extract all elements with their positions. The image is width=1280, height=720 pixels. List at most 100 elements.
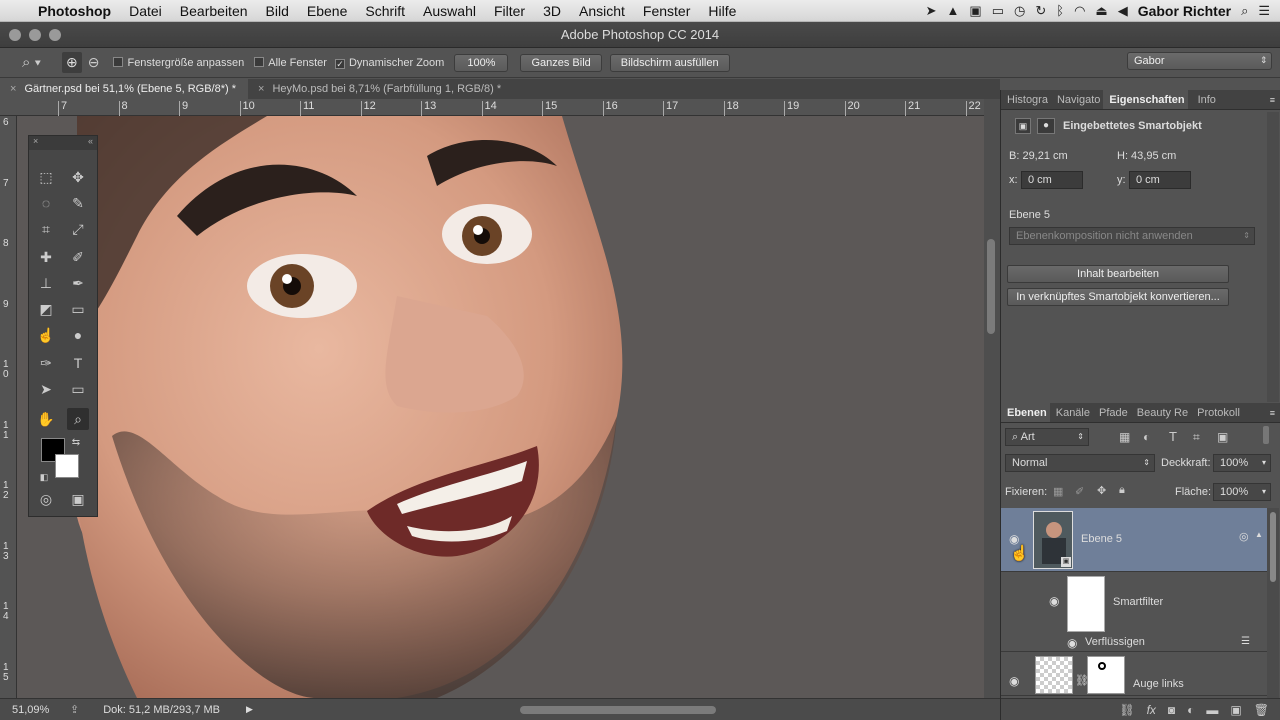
tab-histogram[interactable]: Histogra — [1001, 90, 1051, 109]
screen-icon[interactable]: ▣ — [969, 3, 981, 19]
background-color-swatch[interactable] — [55, 454, 79, 478]
layer-row-auge-links[interactable]: ◉ ⛓ Auge links — [1001, 652, 1267, 696]
dynamic-zoom-checkbox[interactable]: ✓ Dynamischer Zoom — [334, 57, 444, 69]
tab-heymo[interactable]: × HeyMo.psd bei 8,71% (Farbfüllung 1, RGB… — [248, 79, 513, 99]
filter-shape-icon[interactable]: ⌗ — [1193, 430, 1200, 445]
spotlight-search-icon[interactable]: ⌕ — [1241, 3, 1248, 19]
panel-menu-icon[interactable]: ≡ — [1270, 90, 1280, 109]
scroll-thumb[interactable] — [987, 239, 995, 334]
new-group-icon[interactable]: ▬ — [1206, 703, 1218, 717]
workspace-select[interactable]: Gabor — [1127, 52, 1272, 70]
layer-row-smartfilter[interactable]: ◉ Smartfilter ◉ Verflüssigen ☰ — [1001, 572, 1267, 652]
opacity-field[interactable]: 100% ▾ — [1213, 454, 1271, 472]
pen-tool-icon[interactable]: ✑ — [35, 352, 57, 374]
menu-filter[interactable]: Filter — [485, 3, 534, 19]
filter-smartobject-icon[interactable]: ▣ — [1217, 430, 1228, 444]
minimize-window-button[interactable] — [29, 29, 41, 41]
brush-tool-icon[interactable]: ✐ — [67, 246, 89, 268]
layer-row-ebene-5[interactable]: ◉ ▣ Ebene 5 ◎ ▲ — [1001, 508, 1267, 572]
lock-all-icon[interactable]: 🔒︎ — [1119, 484, 1125, 497]
x-field[interactable]: 0 cm — [1021, 171, 1083, 189]
close-tab-icon[interactable]: × — [258, 83, 264, 95]
clone-stamp-tool-icon[interactable]: ⊥ — [35, 272, 57, 294]
adjustment-layer-icon[interactable]: ◐ — [1187, 703, 1194, 717]
export-icon[interactable]: ⇪ — [70, 703, 79, 716]
document-canvas[interactable] — [17, 116, 984, 698]
airplay-icon[interactable]: ▭ — [992, 3, 1004, 19]
menu-photoshop[interactable]: Photoshop — [29, 3, 120, 19]
sync-icon[interactable]: ↻ — [1035, 3, 1046, 19]
tab-history[interactable]: Protokoll — [1191, 403, 1243, 422]
quick-mask-icon[interactable]: ◎ — [35, 488, 57, 510]
menu-datei[interactable]: Datei — [120, 3, 171, 19]
zoom-readout[interactable]: 51,09% — [12, 704, 60, 716]
zoom-out-icon[interactable]: ⊖ — [88, 54, 108, 71]
layer-name[interactable]: Ebene 5 — [1081, 533, 1122, 545]
eraser-tool-icon[interactable]: ◩ — [35, 298, 57, 320]
add-mask-icon[interactable]: ◙ — [1168, 703, 1175, 717]
layer-filter-select[interactable]: ⌕ Art ⇕ — [1005, 428, 1089, 446]
lock-pixels-icon[interactable]: ✐ — [1075, 485, 1084, 498]
gradient-tool-icon[interactable]: ▭ — [67, 298, 89, 320]
visibility-eye-icon[interactable]: ◉ — [1009, 674, 1019, 688]
toolbox-header[interactable]: × « — [29, 136, 97, 150]
tab-beauty-retouch[interactable]: Beauty Re — [1131, 403, 1191, 422]
zoom-tool-icon[interactable]: ⌕ — [67, 408, 89, 430]
fit-window-checkbox[interactable]: Fenstergröße anpassen — [113, 56, 244, 69]
menu-bearbeiten[interactable]: Bearbeiten — [171, 3, 257, 19]
properties-scrollbar[interactable] — [1267, 112, 1279, 402]
tab-properties[interactable]: Eigenschaften — [1103, 90, 1188, 109]
crop-tool-icon[interactable]: ⌗ — [35, 218, 57, 240]
lock-position-icon[interactable]: ✥ — [1097, 484, 1106, 497]
lasso-tool-icon[interactable]: ◌ — [35, 192, 57, 214]
filter-type-icon[interactable]: T — [1169, 429, 1177, 444]
menu-bild[interactable]: Bild — [257, 3, 298, 19]
collapse-arrow-icon[interactable]: ▲ — [1255, 530, 1263, 539]
menu-ebene[interactable]: Ebene — [298, 3, 356, 19]
menu-hilfe[interactable]: Hilfe — [699, 3, 745, 19]
eject-icon[interactable]: ⏏ — [1095, 3, 1107, 19]
eyedropper-tool-icon[interactable]: ⤢ — [67, 218, 89, 240]
menu-3d[interactable]: 3D — [534, 3, 570, 19]
scroll-thumb[interactable] — [1270, 512, 1276, 582]
canvas-vertical-scrollbar[interactable] — [984, 99, 1000, 698]
smartfilter-name[interactable]: Smartfilter — [1113, 596, 1163, 608]
layer-name[interactable]: Auge links — [1133, 678, 1184, 690]
link-layers-icon[interactable]: ⛓ — [1119, 703, 1134, 717]
smart-filter-badge-icon[interactable]: ◎ — [1239, 530, 1249, 543]
dodge-tool-icon[interactable]: ● — [67, 324, 89, 346]
menu-schrift[interactable]: Schrift — [356, 3, 414, 19]
time-machine-icon[interactable]: ◷ — [1014, 3, 1025, 19]
horizontal-scrollbar[interactable] — [520, 706, 716, 714]
zoom-100-button[interactable]: 100% — [454, 53, 509, 72]
layer-comp-select[interactable]: Ebenenkomposition nicht anwenden ⇕ — [1009, 227, 1255, 245]
visibility-eye-icon[interactable]: ◉ — [1067, 636, 1077, 650]
menu-fenster[interactable]: Fenster — [634, 3, 699, 19]
bluetooth-icon[interactable]: ᛒ — [1056, 3, 1064, 18]
zoom-tool-preset-icon[interactable]: ⌕ ▾ — [22, 54, 56, 71]
collapse-icon[interactable]: « — [88, 136, 93, 150]
layers-scrollbar[interactable] — [1267, 508, 1279, 698]
marquee-tool-icon[interactable]: ⬚ — [35, 166, 57, 188]
notification-list-icon[interactable]: ☰ — [1258, 3, 1270, 19]
layers-panel-menu-icon[interactable]: ≡ — [1270, 403, 1280, 422]
filter-options-icon[interactable]: ☰ — [1241, 636, 1250, 647]
history-brush-tool-icon[interactable]: ✒ — [67, 272, 89, 294]
healing-brush-tool-icon[interactable]: ✚ — [35, 246, 57, 268]
app-status-icon[interactable]: ➤ — [926, 3, 937, 19]
move-tool-icon[interactable]: ✥ — [67, 166, 89, 188]
fill-field[interactable]: 100% ▾ — [1213, 483, 1271, 501]
filter-name[interactable]: Verflüssigen — [1085, 636, 1145, 648]
status-menu-arrow-icon[interactable]: ▶ — [246, 704, 253, 715]
quick-selection-tool-icon[interactable]: ✎ — [67, 192, 89, 214]
hand-tool-icon[interactable]: ✋ — [35, 408, 57, 430]
default-colors-icon[interactable]: ◧ — [33, 466, 55, 488]
lock-transparency-icon[interactable]: ▦ — [1053, 485, 1063, 498]
blend-mode-select[interactable]: Normal ⇕ — [1005, 454, 1155, 472]
all-windows-checkbox[interactable]: Alle Fenster — [254, 56, 327, 69]
smudge-tool-icon[interactable]: ☝ — [35, 324, 57, 346]
tab-gaertner[interactable]: × Gärtner.psd bei 51,1% (Ebene 5, RGB/8*)… — [0, 79, 248, 99]
delete-layer-icon[interactable]: 🗑︎ — [1254, 703, 1269, 717]
tab-navigator[interactable]: Navigato — [1051, 90, 1103, 109]
edit-content-button[interactable]: Inhalt bearbeiten — [1007, 265, 1229, 283]
